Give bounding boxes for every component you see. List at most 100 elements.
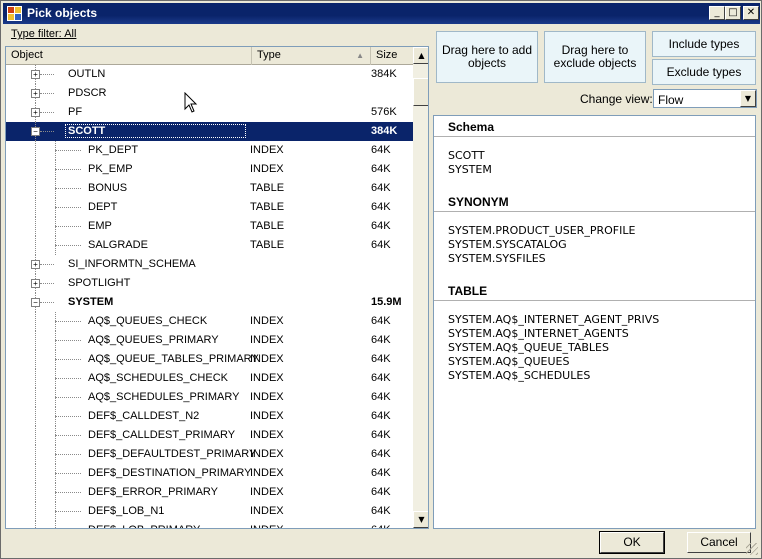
tree-scrollbar[interactable]: ▲ ▼ (413, 47, 428, 528)
scroll-down-button[interactable]: ▼ (413, 511, 428, 528)
drag-exclude-target[interactable]: Drag here to exclude objects (544, 31, 646, 83)
tree-line (40, 74, 54, 75)
tree-line (35, 502, 36, 521)
summary-item[interactable]: SYSTEM.AQ$_INTERNET_AGENTS (448, 327, 629, 341)
tree-row[interactable]: AQ$_QUEUE_TABLES_PRIMARY INDEX 64K (6, 350, 413, 369)
expand-icon[interactable]: + (31, 260, 40, 269)
drag-add-target[interactable]: Drag here to add objects (436, 31, 538, 83)
tree-row[interactable]: DEF$_LOB_N1 INDEX 64K (6, 502, 413, 521)
object-name: SPOTLIGHT (68, 277, 131, 289)
expand-icon[interactable]: + (31, 70, 40, 79)
summary-item[interactable]: SYSTEM.AQ$_QUEUE_TABLES (448, 341, 609, 355)
column-type[interactable]: Type ▲ (252, 47, 371, 65)
summary-item[interactable]: SYSTEM (448, 163, 492, 177)
tree-row[interactable]: AQ$_SCHEDULES_PRIMARY INDEX 64K (6, 388, 413, 407)
tree-row[interactable]: PK_EMP INDEX 64K (6, 160, 413, 179)
tree-header: Object Type ▲ Size (6, 47, 413, 65)
object-type: TABLE (250, 182, 285, 194)
type-filter-link[interactable]: Type filter: All (11, 28, 76, 40)
object-type: INDEX (250, 144, 284, 156)
tree-row-selected[interactable]: − SCOTT 384K (6, 122, 413, 141)
title-bar[interactable]: Pick objects _ □ ✕ (3, 3, 760, 24)
tree-row[interactable]: + SPOTLIGHT (6, 274, 413, 293)
summary-item[interactable]: SYSTEM.AQ$_QUEUES (448, 355, 569, 369)
tree-line (35, 464, 36, 483)
expand-icon[interactable]: + (31, 108, 40, 117)
change-view-select[interactable]: Flow ▼ (653, 89, 757, 108)
tree-line (40, 112, 54, 113)
tree-line (55, 397, 81, 398)
ok-button[interactable]: OK (599, 531, 665, 554)
exclude-types-button[interactable]: Exclude types (652, 59, 756, 85)
resize-grip[interactable] (746, 543, 758, 555)
chevron-down-icon[interactable]: ▼ (740, 90, 756, 107)
tree-row[interactable]: + PF 576K (6, 103, 413, 122)
tree-row[interactable]: AQ$_QUEUES_CHECK INDEX 64K (6, 312, 413, 331)
object-name: PDSCR (68, 87, 107, 99)
tree-line (35, 521, 36, 528)
sort-arrow-icon: ▲ (356, 51, 364, 60)
object-type: INDEX (250, 334, 284, 346)
tree-line (55, 207, 81, 208)
scroll-thumb[interactable] (413, 78, 428, 106)
tree-row[interactable]: BONUS TABLE 64K (6, 179, 413, 198)
tree-line (35, 179, 36, 198)
summary-item[interactable]: SCOTT (448, 149, 485, 163)
scroll-up-button[interactable]: ▲ (413, 47, 428, 64)
tree-line (55, 150, 81, 151)
tree-row[interactable]: DEF$_CALLDEST_N2 INDEX 64K (6, 407, 413, 426)
object-size: 64K (371, 448, 391, 460)
object-size: 64K (371, 239, 391, 251)
include-types-button[interactable]: Include types (652, 31, 756, 57)
tree-row[interactable]: EMP TABLE 64K (6, 217, 413, 236)
summary-item[interactable]: SYSTEM.AQ$_SCHEDULES (448, 369, 590, 383)
minimize-button[interactable]: _ (709, 6, 725, 20)
collapse-icon[interactable]: − (31, 127, 40, 136)
tree-line (55, 245, 81, 246)
object-tree[interactable]: Object Type ▲ Size + OUTLN 384K + PDSCR + PF 57… (5, 46, 429, 529)
object-type: INDEX (250, 315, 284, 327)
tree-line (35, 350, 36, 369)
tree-row[interactable]: − SYSTEM 15.9M (6, 293, 413, 312)
tree-row[interactable]: DEF$_LOB_PRIMARY INDEX 64K (6, 521, 413, 528)
tree-row[interactable]: AQ$_QUEUES_PRIMARY INDEX 64K (6, 331, 413, 350)
object-type: INDEX (250, 486, 284, 498)
tree-row[interactable]: + OUTLN 384K (6, 65, 413, 84)
object-name: SI_INFORMTN_SCHEMA (68, 258, 196, 270)
expand-icon[interactable]: + (31, 279, 40, 288)
tree-line (35, 388, 36, 407)
object-type: TABLE (250, 201, 285, 213)
tree-row[interactable]: SALGRADE TABLE 64K (6, 236, 413, 255)
summary-item[interactable]: SYSTEM.AQ$_INTERNET_AGENT_PRIVS (448, 313, 659, 327)
summary-item[interactable]: SYSTEM.SYSFILES (448, 252, 546, 266)
tree-row[interactable]: + SI_INFORMTN_SCHEMA (6, 255, 413, 274)
object-type: INDEX (250, 429, 284, 441)
tree-row[interactable]: DEPT TABLE 64K (6, 198, 413, 217)
tree-row[interactable]: DEF$_ERROR_PRIMARY INDEX 64K (6, 483, 413, 502)
tree-row[interactable]: DEF$_DESTINATION_PRIMARY INDEX 64K (6, 464, 413, 483)
object-name: AQ$_SCHEDULES_CHECK (88, 372, 228, 384)
tree-row[interactable]: AQ$_SCHEDULES_CHECK INDEX 64K (6, 369, 413, 388)
close-button[interactable]: ✕ (743, 6, 759, 20)
summary-item[interactable]: SYSTEM.PRODUCT_USER_PROFILE (448, 224, 635, 238)
tree-row[interactable]: DEF$_CALLDEST_PRIMARY INDEX 64K (6, 426, 413, 445)
summary-section-header: Schema (434, 117, 755, 137)
maximize-button[interactable]: □ (725, 6, 741, 20)
object-size: 64K (371, 353, 391, 365)
object-name: DEF$_DESTINATION_PRIMARY (88, 467, 252, 479)
collapse-icon[interactable]: − (31, 298, 40, 307)
tree-line (35, 483, 36, 502)
column-object[interactable]: Object (6, 47, 252, 65)
tree-row[interactable]: DEF$_DEFAULTDEST_PRIMARY INDEX 64K (6, 445, 413, 464)
tree-row[interactable]: + PDSCR (6, 84, 413, 103)
mouse-cursor-icon (184, 92, 198, 113)
object-size: 384K (371, 125, 398, 137)
cancel-button[interactable]: Cancel (687, 532, 751, 553)
expand-icon[interactable]: + (31, 89, 40, 98)
object-name: AQ$_QUEUES_CHECK (88, 315, 208, 327)
summary-item[interactable]: SYSTEM.SYSCATALOG (448, 238, 567, 252)
tree-row[interactable]: PK_DEPT INDEX 64K (6, 141, 413, 160)
column-size[interactable]: Size (371, 47, 413, 65)
object-size: 64K (371, 220, 391, 232)
object-size: 64K (371, 163, 391, 175)
